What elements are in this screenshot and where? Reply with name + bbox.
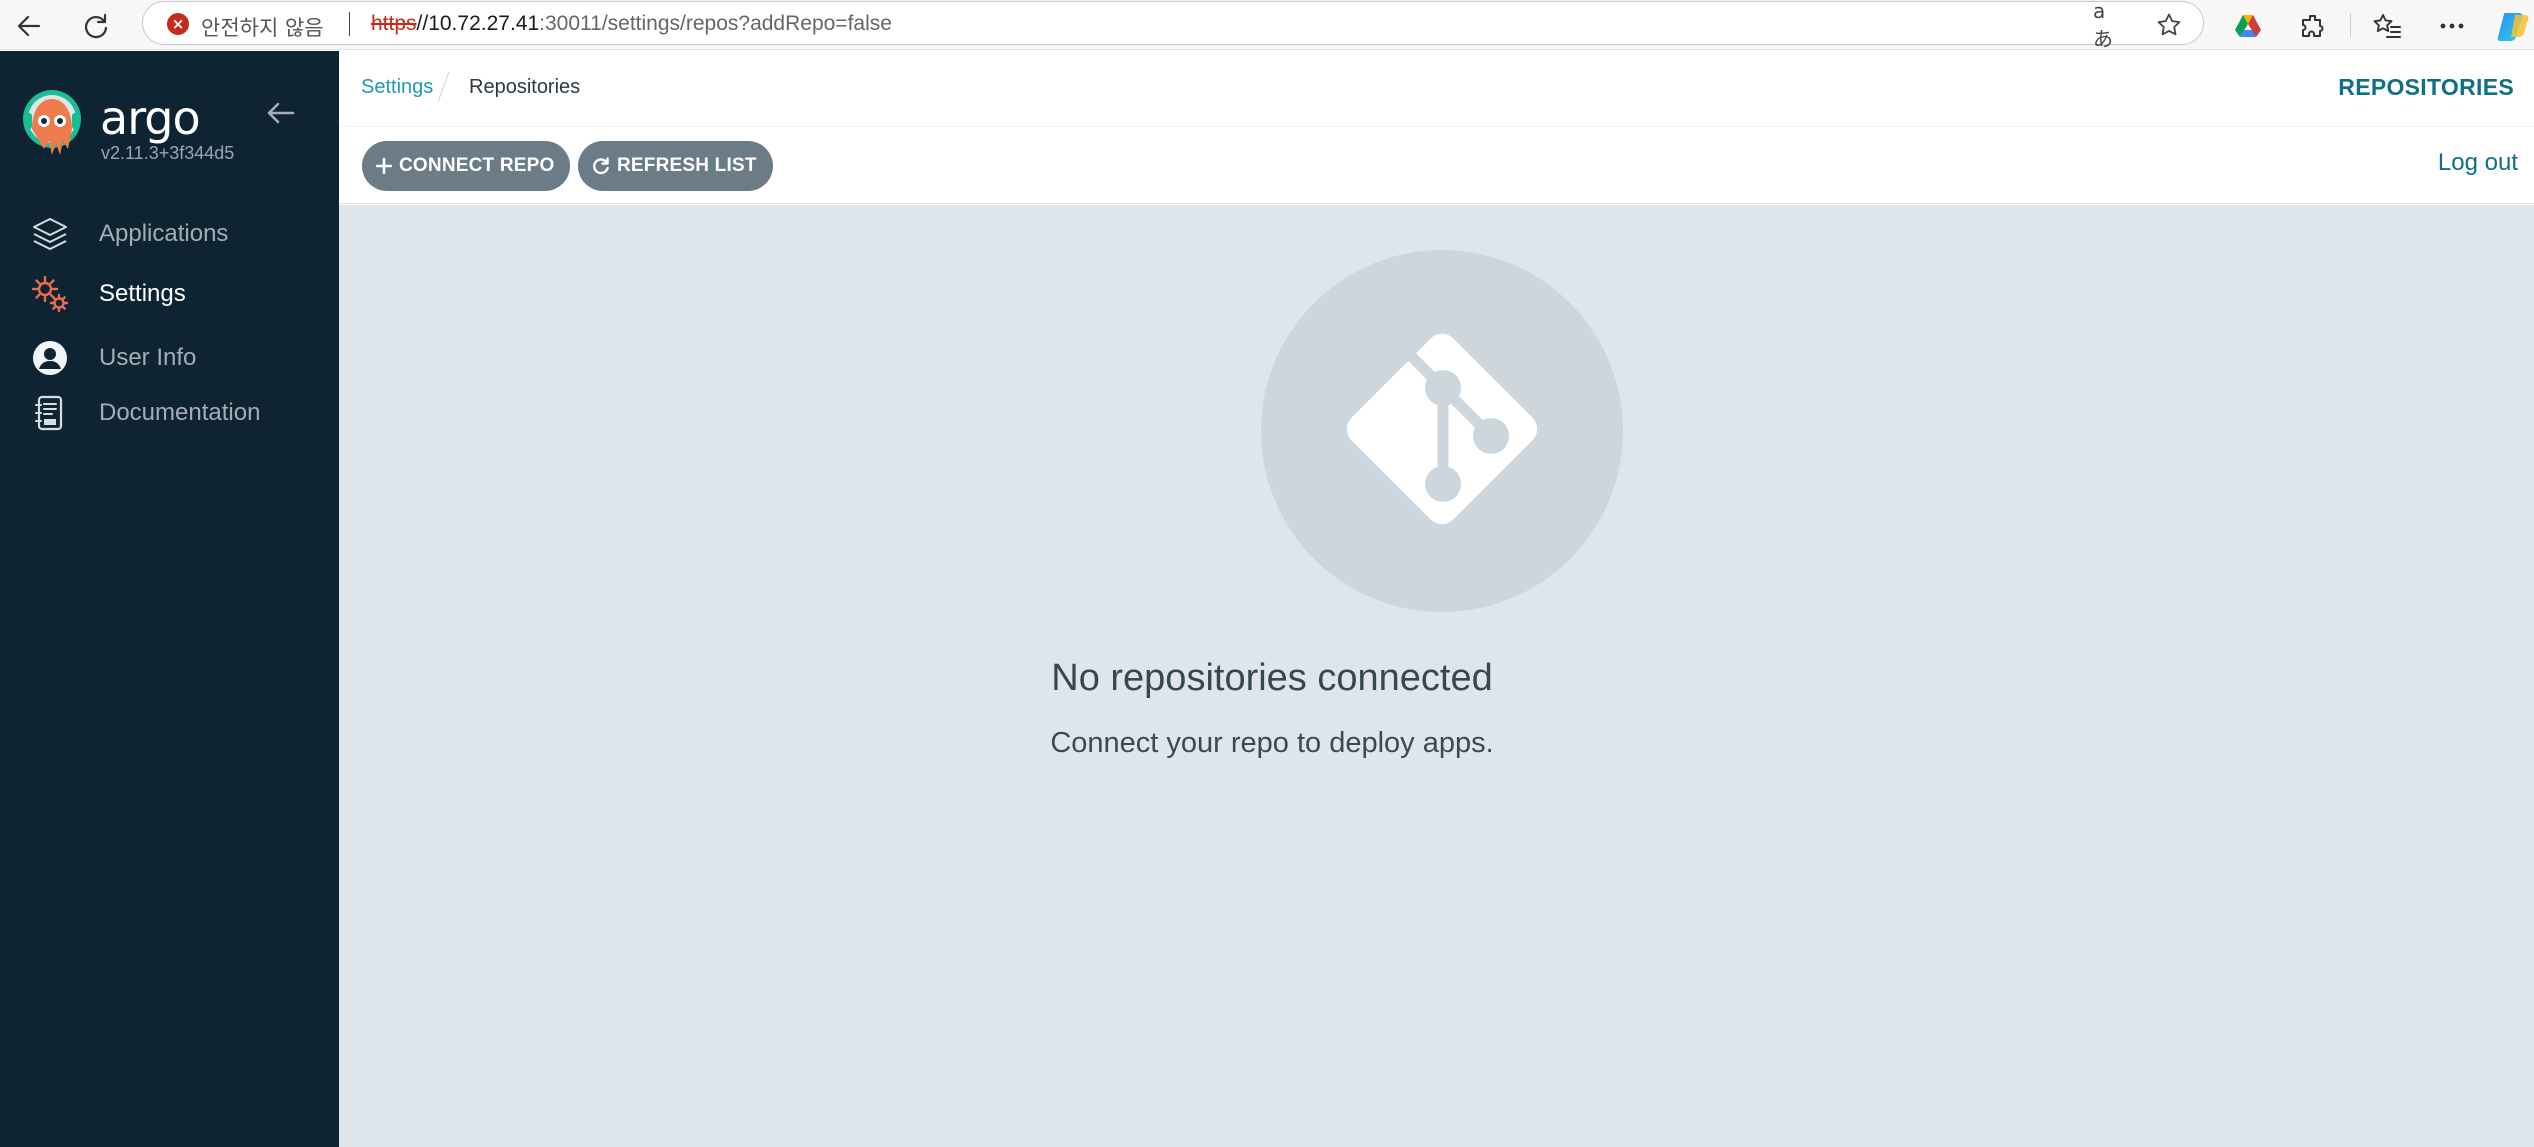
action-toolbar: CONNECT REPO REFRESH LIST Log out [339, 127, 2534, 204]
refresh-icon[interactable] [76, 6, 116, 46]
sidebar-item-documentation[interactable]: Documentation [0, 387, 339, 439]
drive-icon[interactable] [2228, 6, 2268, 46]
favorites-icon[interactable] [2367, 6, 2407, 46]
breadcrumb-current: Repositories [469, 76, 581, 98]
breadcrumb-separator [437, 71, 450, 103]
read-aloud-icon[interactable]: aあ [2093, 0, 2123, 51]
sidebar-item-label: Documentation [99, 399, 261, 426]
brand-name: argo [100, 91, 201, 145]
browser-toolbar: × 안전하지 않음 https//10.72.27.41:30011/setti… [0, 0, 2534, 51]
url-text[interactable]: https//10.72.27.41:30011/settings/repos?… [371, 12, 892, 36]
argo-octopus-logo[interactable] [22, 89, 82, 169]
page-title: REPOSITORIES [2338, 74, 2514, 100]
url-path: :30011/settings/repos?addRepo=false [539, 12, 892, 35]
sidebar-item-label: Applications [99, 220, 229, 247]
more-icon[interactable] [2432, 6, 2472, 46]
back-icon[interactable] [9, 6, 49, 46]
copilot-icon[interactable] [2494, 6, 2534, 46]
address-bar[interactable]: × 안전하지 않음 https//10.72.27.41:30011/setti… [142, 0, 2204, 51]
connect-repo-label: CONNECT REPO [399, 155, 555, 176]
url-host: //10.72.27.41 [416, 12, 540, 35]
sidebar-item-applications[interactable]: Applications [0, 208, 339, 260]
plus-icon [376, 158, 392, 174]
main-content: No repositories connected Connect your r… [339, 205, 2534, 1147]
empty-state-title: No repositories connected [1051, 657, 1493, 699]
logout-link[interactable]: Log out [2438, 149, 2518, 177]
connect-repo-button[interactable]: CONNECT REPO [362, 141, 571, 191]
git-icon [1324, 311, 1560, 552]
page-header: Settings Repositories REPOSITORIES [339, 51, 2534, 127]
book-icon [30, 393, 70, 433]
sidebar-item-settings[interactable]: Settings [0, 268, 339, 320]
sidebar: argo v2.11.3+3f344d5 Applications Settin… [0, 51, 339, 1147]
version-label: v2.11.3+3f344d5 [101, 143, 235, 163]
sidebar-item-user-info[interactable]: User Info [0, 332, 339, 384]
empty-state-subtitle: Connect your repo to deploy apps. [1050, 727, 1494, 759]
extensions-icon[interactable] [2293, 6, 2333, 46]
security-label[interactable]: 안전하지 않음 [201, 12, 324, 42]
layers-icon [30, 214, 70, 254]
refresh-list-button[interactable]: REFRESH LIST [578, 141, 773, 191]
empty-state-illustration [1261, 250, 1623, 612]
collapse-sidebar-icon[interactable] [262, 95, 298, 131]
warning-icon[interactable]: × [167, 13, 189, 35]
sidebar-item-label: User Info [99, 344, 197, 371]
refresh-list-label: REFRESH LIST [617, 155, 757, 176]
breadcrumb-settings-link[interactable]: Settings [361, 76, 433, 99]
refresh-icon [592, 157, 610, 175]
url-scheme: https [371, 12, 417, 35]
favorite-star-icon[interactable] [2154, 10, 2184, 40]
toolbar-divider [2350, 13, 2351, 37]
gears-icon [30, 274, 70, 314]
sidebar-item-label: Settings [99, 280, 186, 307]
address-divider [349, 12, 350, 36]
user-circle-icon [30, 338, 70, 378]
